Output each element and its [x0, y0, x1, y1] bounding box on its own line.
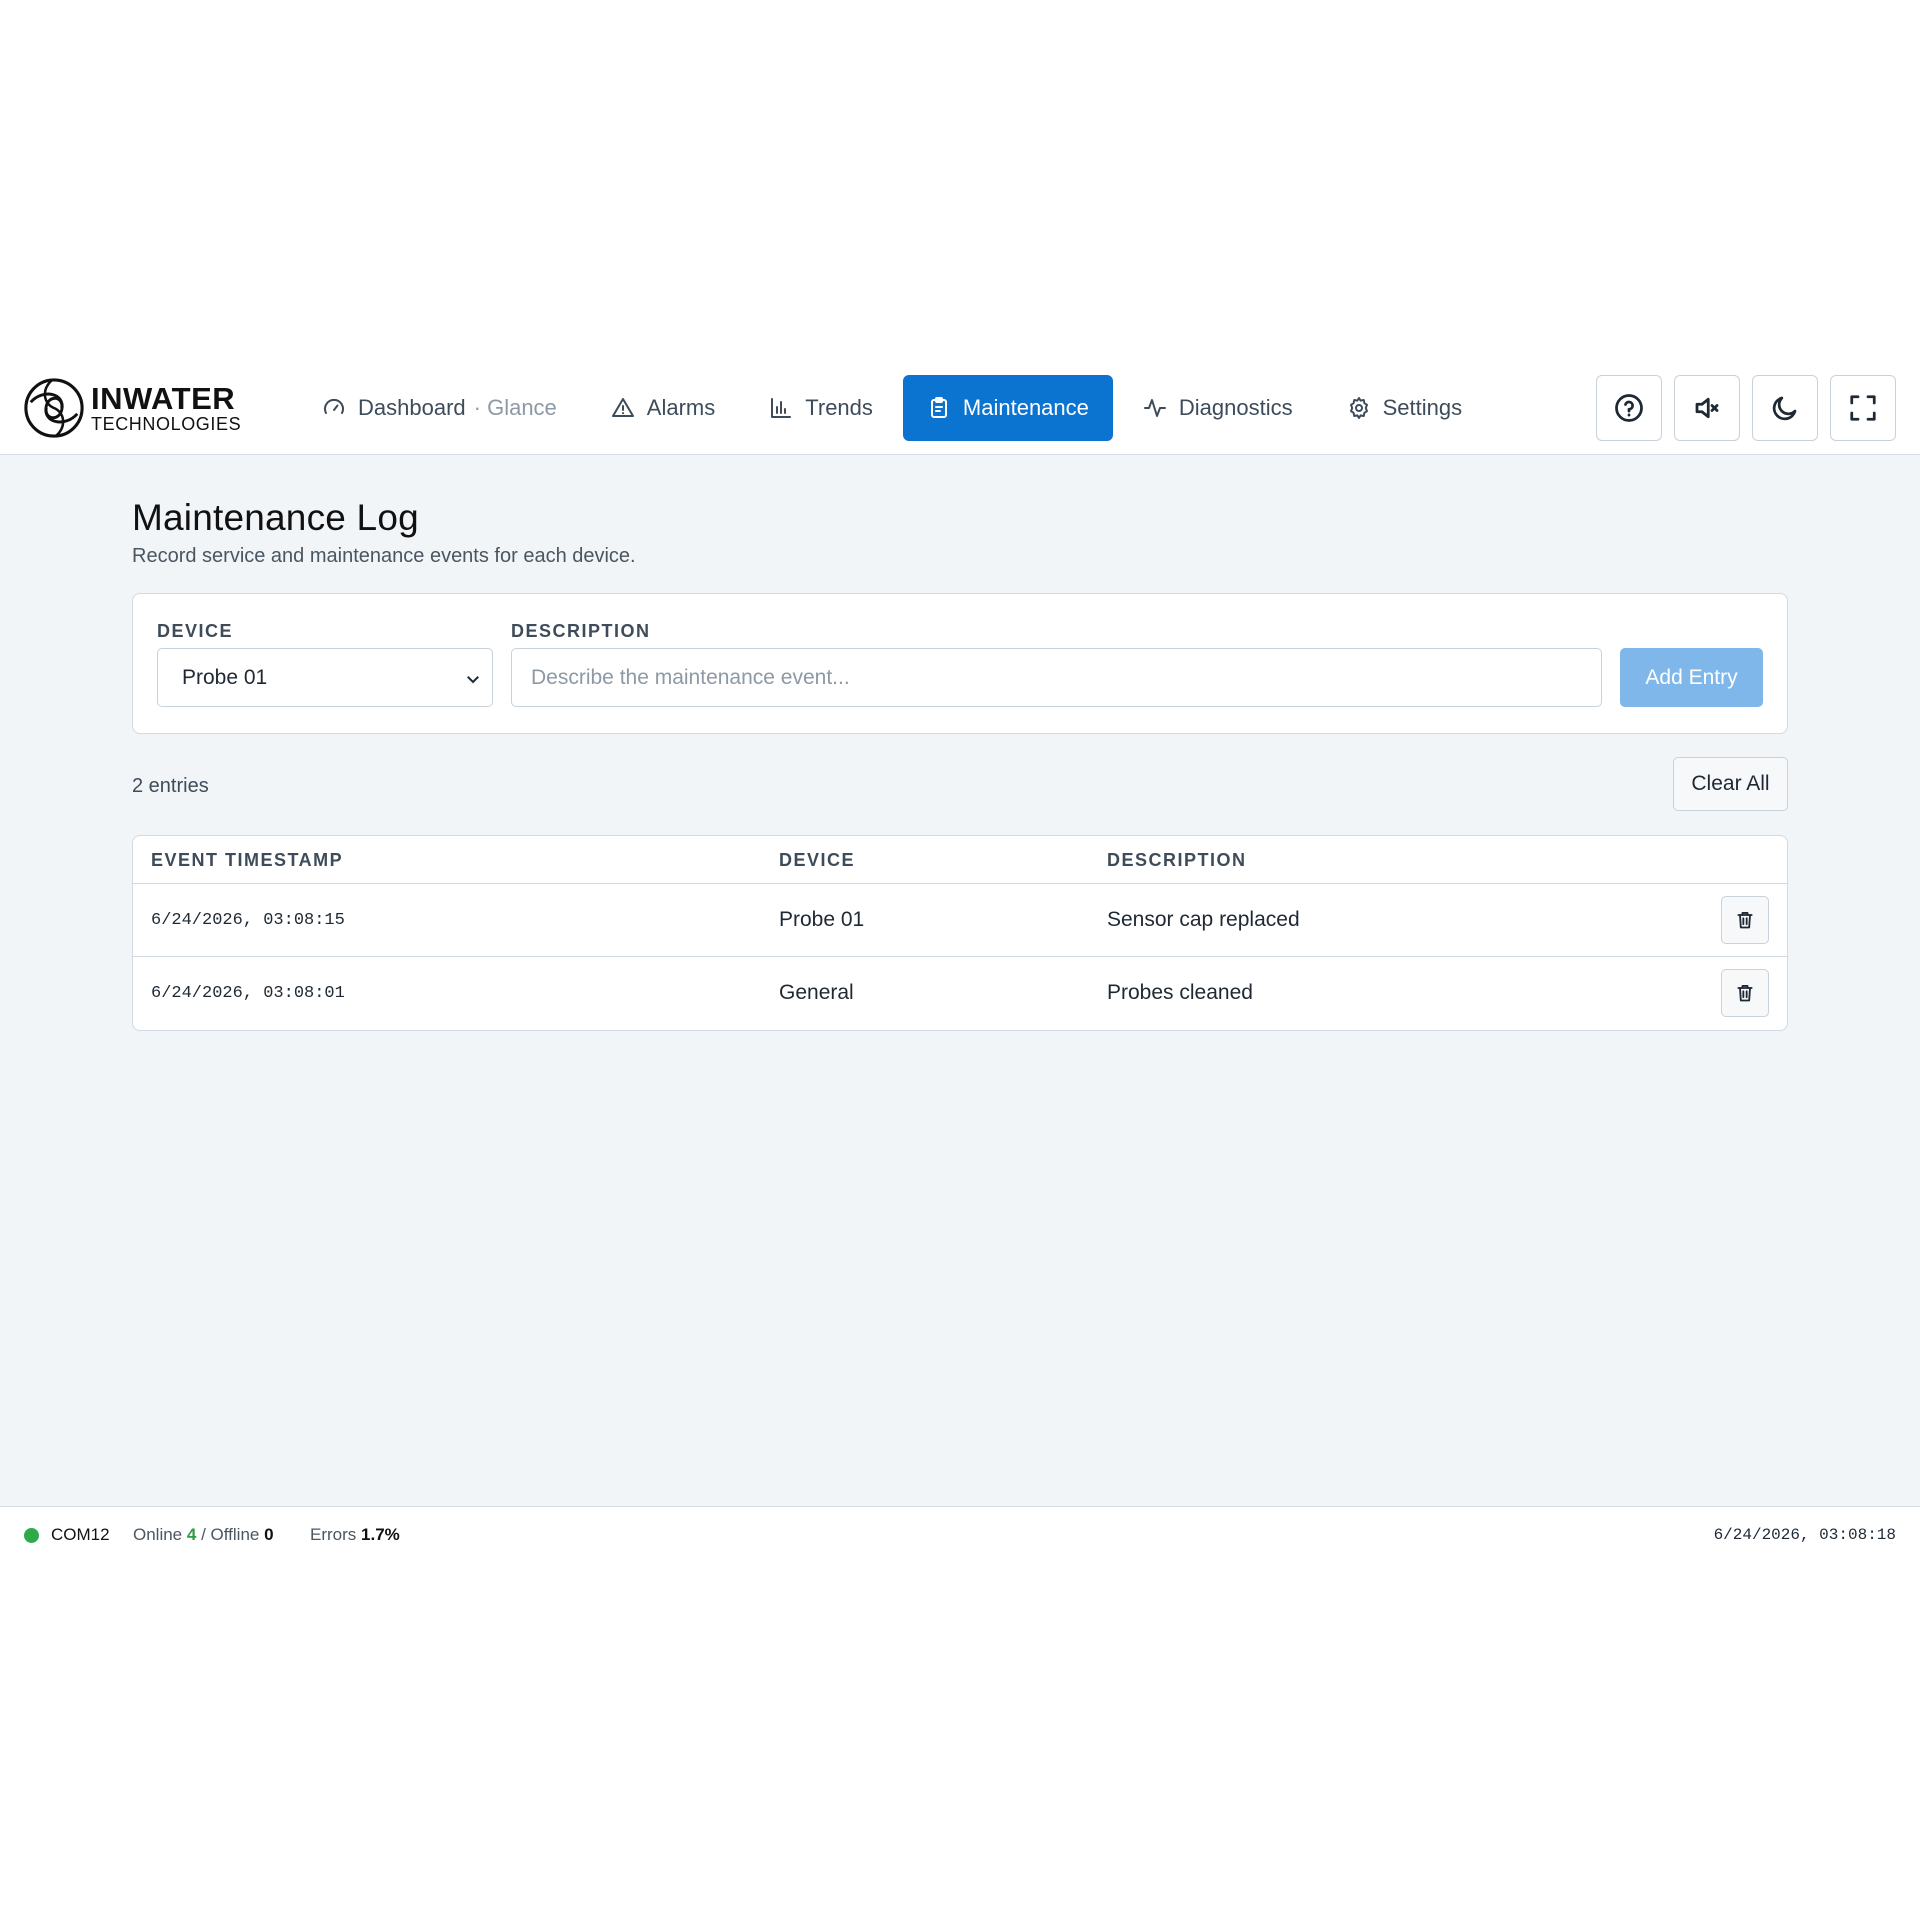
moon-icon: [1772, 396, 1797, 421]
brand-logo[interactable]: INWATER TECHNOLOGIES: [23, 376, 241, 440]
mute-icon: [1695, 397, 1719, 419]
entry-form-card: DEVICE DESCRIPTION Probe 01 Add Entry: [132, 593, 1788, 734]
port-name: COM12: [51, 1525, 110, 1544]
nav-diagnostics-label: Diagnostics: [1178, 395, 1293, 420]
description-input[interactable]: [511, 648, 1602, 707]
errors-label: Errors: [310, 1525, 357, 1544]
errors-value: 1.7%: [361, 1525, 400, 1544]
nav-settings[interactable]: Settings: [1323, 375, 1487, 441]
top-bar: INWATER TECHNOLOGIES Dashboard · Glance …: [0, 363, 1920, 455]
help-icon: [1615, 394, 1643, 422]
column-header-description[interactable]: DESCRIPTION: [1107, 850, 1247, 871]
gauge-icon: [324, 398, 344, 414]
main-nav: Dashboard · Glance Alarms Trends Mainten…: [298, 375, 1492, 441]
nav-trends-label: Trends: [805, 395, 873, 420]
row-description: Sensor cap replaced: [1107, 908, 1300, 931]
online-label: Online: [133, 1525, 183, 1544]
table-row: 6/24/2026, 03:08:01 General Probes clean…: [133, 957, 1787, 1030]
row-description: Probes cleaned: [1107, 981, 1253, 1004]
nav-dashboard-sub: · Glance: [473, 395, 557, 420]
add-entry-button[interactable]: Add Entry: [1620, 648, 1763, 707]
trash-icon: [1737, 912, 1753, 929]
nav-diagnostics[interactable]: Diagnostics: [1119, 375, 1317, 441]
connection-status-dot: [24, 1528, 39, 1543]
help-button[interactable]: [1596, 375, 1662, 441]
entries-count: 2 entries: [132, 775, 209, 797]
brand-tagline: TECHNOLOGIES: [91, 414, 242, 434]
status-clock: 6/24/2026, 03:08:18: [1713, 1526, 1896, 1544]
description-field-label: DESCRIPTION: [511, 621, 651, 641]
row-timestamp: 6/24/2026, 03:08:15: [151, 911, 345, 930]
device-select-value: Probe 01: [182, 665, 268, 689]
fullscreen-icon: [1850, 395, 1876, 421]
status-bar: COM12 Online 4 / Offline 0 Errors 1.7% 6…: [0, 1506, 1920, 1561]
online-count: 4: [186, 1525, 197, 1544]
clear-all-button[interactable]: Clear All: [1673, 757, 1788, 811]
device-online-summary: Online 4 / Offline 0: [133, 1525, 274, 1545]
page-title: Maintenance Log: [132, 497, 419, 538]
row-timestamp: 6/24/2026, 03:08:01: [151, 984, 345, 1003]
offline-label: / Offline: [201, 1525, 260, 1544]
column-header-timestamp[interactable]: EVENT TIMESTAMP: [151, 850, 343, 871]
delete-entry-button[interactable]: [1721, 969, 1769, 1017]
maintenance-table: EVENT TIMESTAMP DEVICE DESCRIPTION 6/24/…: [132, 835, 1788, 1031]
nav-alarms[interactable]: Alarms: [587, 375, 739, 441]
fullscreen-button[interactable]: [1830, 375, 1896, 441]
nav-dashboard[interactable]: Dashboard · Glance: [298, 375, 581, 441]
warning-icon: [611, 398, 634, 417]
mute-button[interactable]: [1674, 375, 1740, 441]
table-header: EVENT TIMESTAMP DEVICE DESCRIPTION: [133, 836, 1787, 884]
clipboard-icon: [930, 397, 947, 418]
nav-maintenance-label: Maintenance: [962, 395, 1089, 420]
toolbar: [1584, 375, 1896, 441]
row-device: Probe 01: [779, 908, 865, 931]
row-device: General: [779, 981, 854, 1004]
nav-settings-label: Settings: [1382, 395, 1463, 420]
pulse-icon: [1143, 399, 1166, 417]
nav-alarms-label: Alarms: [646, 395, 716, 420]
nav-dashboard-label: Dashboard: [358, 395, 466, 420]
device-select[interactable]: Probe 01: [157, 648, 493, 707]
logo-swirl-icon: [24, 378, 84, 438]
nav-trends[interactable]: Trends: [745, 375, 897, 441]
nav-maintenance[interactable]: Maintenance: [902, 375, 1113, 441]
column-header-device[interactable]: DEVICE: [779, 850, 855, 871]
bar-chart-icon: [771, 398, 792, 418]
chevron-down-icon: [467, 676, 479, 684]
error-rate-summary: Errors 1.7%: [310, 1525, 400, 1545]
table-row: 6/24/2026, 03:08:15 Probe 01 Sensor cap …: [133, 884, 1787, 957]
page-subtitle: Record service and maintenance events fo…: [132, 545, 636, 567]
delete-entry-button[interactable]: [1721, 896, 1769, 944]
trash-icon: [1737, 985, 1753, 1002]
offline-count: 0: [264, 1525, 274, 1544]
gear-icon: [1349, 397, 1368, 419]
device-field-label: DEVICE: [157, 621, 234, 641]
theme-toggle-button[interactable]: [1752, 375, 1818, 441]
app-root: INWATER TECHNOLOGIES Dashboard · Glance …: [0, 363, 1920, 1561]
brand-name: INWATER: [91, 381, 236, 416]
